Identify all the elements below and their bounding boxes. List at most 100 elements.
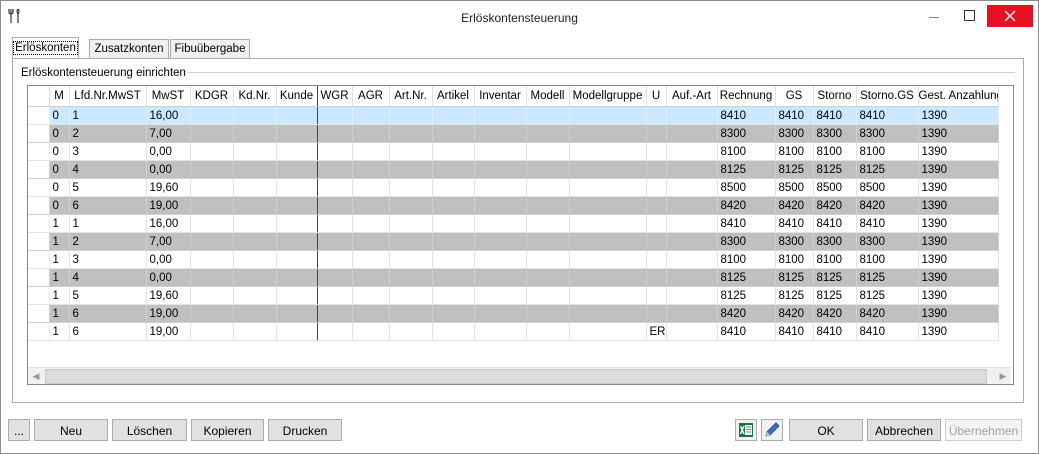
- table-cell[interactable]: [389, 214, 433, 233]
- table-cell[interactable]: 1: [49, 268, 70, 287]
- table-cell[interactable]: [432, 142, 475, 161]
- table-cell[interactable]: [317, 178, 353, 197]
- table-cell[interactable]: 8420: [775, 196, 814, 215]
- column-header[interactable]: Auf.-Art: [666, 86, 718, 107]
- table-cell[interactable]: [317, 232, 353, 251]
- table-cell[interactable]: [569, 214, 647, 233]
- table-cell[interactable]: 8500: [775, 178, 814, 197]
- column-header[interactable]: KDGR: [190, 86, 234, 107]
- table-cell[interactable]: [276, 268, 318, 287]
- table-cell[interactable]: [352, 268, 390, 287]
- table-cell[interactable]: 5: [69, 178, 147, 197]
- column-header[interactable]: U: [646, 86, 667, 107]
- table-cell[interactable]: [526, 142, 570, 161]
- table-cell[interactable]: 1390: [918, 304, 999, 323]
- table-cell[interactable]: [190, 322, 234, 341]
- table-cell[interactable]: [389, 142, 433, 161]
- table-row[interactable]: 0 6 19,00 8420 8420 8420 8420 1390: [28, 196, 999, 215]
- table-cell[interactable]: [646, 178, 667, 197]
- table-cell[interactable]: [432, 232, 475, 251]
- table-cell[interactable]: 1390: [918, 268, 999, 287]
- table-cell[interactable]: [646, 214, 667, 233]
- table-cell[interactable]: [389, 250, 433, 269]
- table-row[interactable]: 1 5 19,60 8125 8125 8125 8125 1390: [28, 286, 999, 305]
- more-button[interactable]: ...: [8, 419, 30, 441]
- column-header[interactable]: Modellgruppe: [569, 86, 647, 107]
- table-row[interactable]: 1 6 19,00 8420 8420 8420 8420 1390: [28, 304, 999, 323]
- table-cell[interactable]: [646, 124, 667, 143]
- table-cell[interactable]: [569, 322, 647, 341]
- table-cell[interactable]: 2: [69, 232, 147, 251]
- row-selector[interactable]: [28, 214, 50, 233]
- table-cell[interactable]: [646, 250, 667, 269]
- table-cell[interactable]: [432, 322, 475, 341]
- table-cell[interactable]: [352, 322, 390, 341]
- table-cell[interactable]: 8300: [856, 124, 919, 143]
- table-cell[interactable]: 8410: [717, 214, 776, 233]
- table-cell[interactable]: 8125: [813, 160, 857, 179]
- table-cell[interactable]: 8100: [775, 142, 814, 161]
- row-selector[interactable]: [28, 106, 50, 125]
- table-cell[interactable]: [233, 142, 277, 161]
- table-cell[interactable]: [233, 322, 277, 341]
- table-cell[interactable]: [389, 160, 433, 179]
- table-row[interactable]: 1 2 7,00 8300 8300 8300 8300 1390: [28, 232, 999, 251]
- table-cell[interactable]: 7,00: [146, 124, 191, 143]
- row-selector[interactable]: [28, 286, 50, 305]
- table-cell[interactable]: [569, 286, 647, 305]
- table-cell[interactable]: 1: [49, 250, 70, 269]
- excel-export-button[interactable]: [735, 419, 757, 441]
- table-cell[interactable]: 19,00: [146, 304, 191, 323]
- table-cell[interactable]: [646, 232, 667, 251]
- table-cell[interactable]: [432, 268, 475, 287]
- table-cell[interactable]: 8410: [717, 106, 776, 125]
- table-cell[interactable]: 8410: [775, 214, 814, 233]
- table-cell[interactable]: 8125: [717, 160, 776, 179]
- apply-button[interactable]: Übernehmen: [945, 419, 1022, 441]
- table-cell[interactable]: [233, 214, 277, 233]
- table-cell[interactable]: [474, 124, 527, 143]
- table-cell[interactable]: 1390: [918, 160, 999, 179]
- table-cell[interactable]: [190, 160, 234, 179]
- scroll-left-icon[interactable]: ◀: [28, 368, 44, 384]
- table-cell[interactable]: 4: [69, 160, 147, 179]
- table-cell[interactable]: [646, 286, 667, 305]
- table-cell[interactable]: 8100: [856, 142, 919, 161]
- table-cell[interactable]: 4: [69, 268, 147, 287]
- table-cell[interactable]: 8125: [717, 286, 776, 305]
- table-cell[interactable]: 1390: [918, 286, 999, 305]
- table-cell[interactable]: 0,00: [146, 268, 191, 287]
- table-cell[interactable]: [666, 304, 718, 323]
- table-cell[interactable]: 0: [49, 124, 70, 143]
- column-header[interactable]: GS: [775, 86, 814, 107]
- table-cell[interactable]: 8300: [813, 232, 857, 251]
- table-cell[interactable]: 1: [49, 304, 70, 323]
- table-cell[interactable]: 3: [69, 250, 147, 269]
- table-cell[interactable]: [352, 232, 390, 251]
- table-cell[interactable]: 19,00: [146, 322, 191, 341]
- table-cell[interactable]: 1390: [918, 232, 999, 251]
- table-cell[interactable]: [317, 268, 353, 287]
- table-cell[interactable]: [432, 250, 475, 269]
- table-cell[interactable]: [569, 124, 647, 143]
- table-cell[interactable]: [646, 106, 667, 125]
- table-cell[interactable]: [352, 124, 390, 143]
- table-cell[interactable]: [526, 322, 570, 341]
- table-cell[interactable]: [666, 250, 718, 269]
- table-cell[interactable]: 7,00: [146, 232, 191, 251]
- table-cell[interactable]: 8125: [813, 268, 857, 287]
- table-cell[interactable]: [352, 142, 390, 161]
- table-cell[interactable]: [190, 124, 234, 143]
- table-cell[interactable]: 2: [69, 124, 147, 143]
- row-selector[interactable]: [28, 322, 50, 341]
- tab-erloeskonten[interactable]: Erlöskonten: [12, 37, 79, 59]
- column-header[interactable]: Gest. Anzahlung: [918, 86, 999, 107]
- table-cell[interactable]: [569, 232, 647, 251]
- table-cell[interactable]: [526, 124, 570, 143]
- table-cell[interactable]: [666, 268, 718, 287]
- table-cell[interactable]: 8410: [813, 106, 857, 125]
- table-cell[interactable]: 1390: [918, 250, 999, 269]
- close-button[interactable]: [987, 5, 1033, 27]
- table-cell[interactable]: [190, 178, 234, 197]
- table-row[interactable]: 0 3 0,00 8100 8100 8100 8100 1390: [28, 142, 999, 161]
